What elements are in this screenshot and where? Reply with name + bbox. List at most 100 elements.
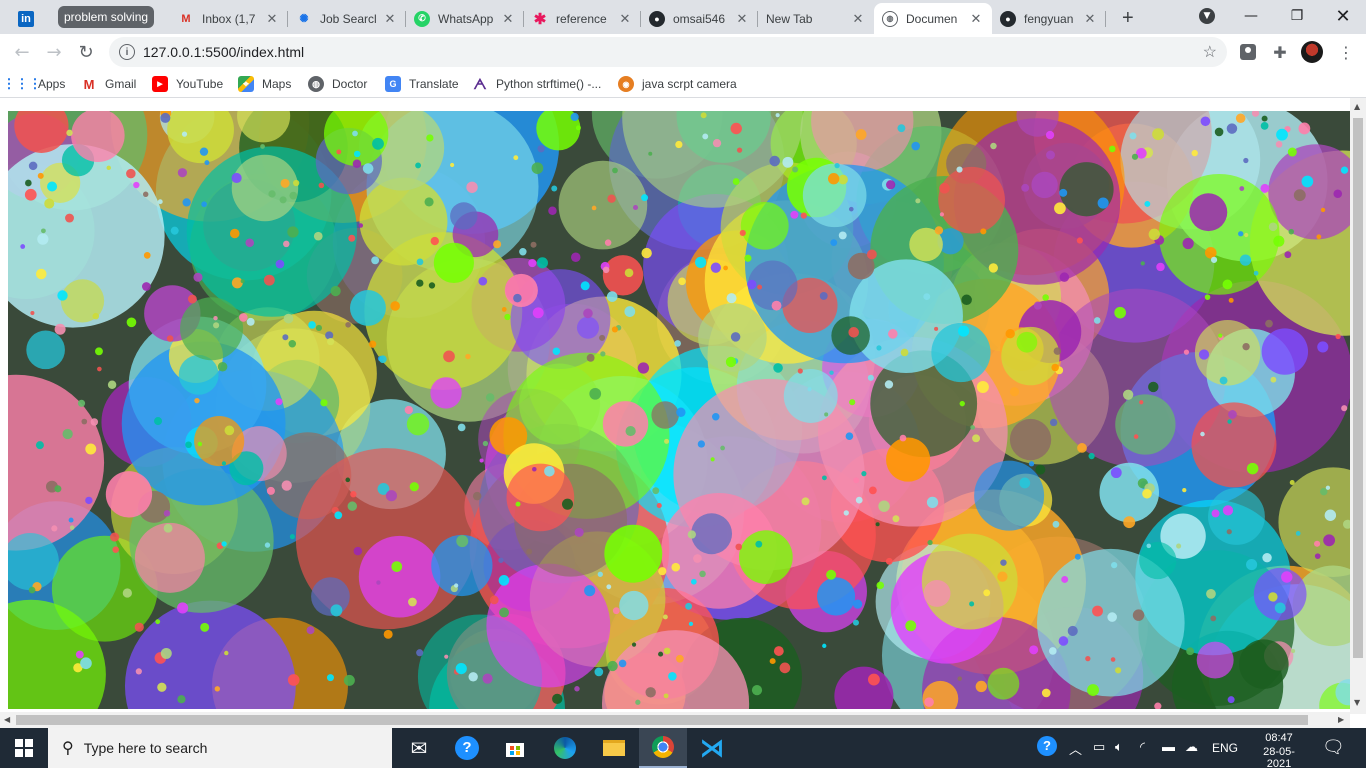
bubble	[730, 122, 742, 135]
scroll-right-arrow-icon[interactable]: ▶	[1338, 715, 1344, 724]
bubble	[1031, 171, 1058, 199]
tab-inbox[interactable]: M Inbox (1,7 ✕	[170, 3, 288, 34]
bubble	[204, 160, 210, 166]
horizontal-scrollbar[interactable]: ◀ ▶	[0, 712, 1350, 728]
reload-button[interactable]: ↻	[72, 38, 100, 66]
profile-card-icon[interactable]	[1237, 41, 1259, 63]
bubble	[1016, 331, 1038, 353]
minimize-button[interactable]: —	[1228, 0, 1274, 32]
address-bar[interactable]: i 127.0.0.1:5500/index.html ☆	[109, 37, 1227, 67]
bubble	[843, 510, 849, 516]
bubble	[1097, 197, 1109, 209]
bookmark-gmail[interactable]: M Gmail	[81, 75, 137, 93]
taskbar-mail-app[interactable]: ✉	[395, 728, 443, 768]
close-icon[interactable]: ✕	[500, 11, 516, 27]
bubble	[648, 151, 653, 156]
bookmark-doctor[interactable]: ◍ Doctor	[308, 75, 367, 93]
taskbar-chrome-app[interactable]	[639, 728, 687, 768]
start-button[interactable]	[0, 728, 48, 768]
notification-icon[interactable]: 🗨︎	[1322, 737, 1345, 758]
info-icon[interactable]: i	[119, 44, 135, 60]
tab-whatsapp[interactable]: ✆ WhatsApp ✕	[406, 3, 524, 34]
back-button[interactable]: ←	[8, 38, 36, 66]
wifi-icon[interactable]: ◜	[1140, 739, 1145, 755]
onedrive-icon[interactable]: ☁	[1185, 739, 1198, 755]
scroll-left-arrow-icon[interactable]: ◀	[4, 715, 10, 724]
bubble	[826, 569, 837, 580]
bubble	[343, 674, 355, 686]
taskbar-store-app[interactable]	[491, 728, 539, 768]
bookmark-star-icon[interactable]: ☆	[1203, 42, 1217, 62]
scrollbar-thumb[interactable]	[1353, 118, 1363, 658]
bubble	[641, 194, 649, 202]
linkedin-pinned-tab[interactable]: in	[10, 3, 50, 34]
bubble	[1059, 162, 1114, 217]
bubble	[571, 252, 581, 263]
bubble	[1239, 639, 1289, 689]
close-icon[interactable]: ✕	[382, 11, 398, 27]
close-icon[interactable]: ✕	[968, 11, 984, 27]
bookmark-maps[interactable]: ⌖ Maps	[238, 75, 291, 93]
mail-icon: ✉	[410, 737, 428, 760]
bubble	[289, 191, 298, 200]
tab-reference[interactable]: ✱ reference ✕	[524, 3, 641, 34]
new-tab-button[interactable]: +	[1114, 3, 1144, 34]
language-indicator[interactable]: ENG	[1212, 741, 1238, 755]
restore-button[interactable]: ❐	[1274, 0, 1320, 32]
taskbar-help-app[interactable]: ?	[443, 728, 491, 768]
bubble	[187, 294, 197, 304]
close-icon[interactable]: ✕	[850, 11, 866, 27]
menu-button[interactable]: ⋮	[1335, 41, 1357, 63]
close-icon[interactable]: ✕	[734, 11, 750, 27]
tab-fengyuan[interactable]: ● fengyuan ✕	[992, 3, 1106, 34]
close-icon[interactable]: ✕	[1082, 11, 1098, 27]
battery-icon[interactable]: ▬	[1162, 739, 1175, 754]
bubble	[163, 510, 171, 517]
speaker-icon[interactable]: 🔈︎	[1115, 739, 1123, 755]
bookmark-youtube[interactable]: ▶ YouTube	[152, 75, 223, 93]
tab-new-tab[interactable]: New Tab ✕	[758, 3, 874, 34]
bubble	[264, 542, 271, 548]
chevron-up-icon[interactable]: ︿	[1069, 739, 1082, 758]
bubble	[526, 548, 533, 555]
bubble	[1123, 516, 1136, 529]
close-icon[interactable]: ✕	[617, 11, 633, 27]
taskbar-file-explorer-app[interactable]	[590, 728, 638, 768]
close-icon[interactable]: ✕	[264, 11, 280, 27]
bubble	[575, 125, 581, 131]
bubble	[1067, 625, 1078, 636]
scroll-down-arrow-icon[interactable]: ▼	[1354, 698, 1360, 707]
scroll-up-arrow-icon[interactable]: ▲	[1354, 102, 1360, 111]
tab-document-active[interactable]: ◍ Documen ✕	[874, 3, 992, 34]
bubble	[637, 362, 650, 374]
scrollbar-thumb[interactable]	[16, 715, 1308, 725]
url-text[interactable]: 127.0.0.1:5500/index.html	[143, 44, 304, 60]
browser-toolbar: ← → ↻ i 127.0.0.1:5500/index.html ☆ ✚ ⋮	[0, 34, 1366, 70]
taskbar-vscode-app[interactable]: ⋊	[688, 728, 736, 768]
bookmark-python-strftime[interactable]: ᗅ Python strftime() -...	[472, 75, 601, 93]
vertical-scrollbar[interactable]: ▲ ▼	[1350, 98, 1366, 714]
tab-omsai[interactable]: ● omsai546 ✕	[641, 3, 758, 34]
help-tray-icon[interactable]: ?	[1037, 736, 1057, 756]
bubble	[311, 577, 350, 616]
extensions-puzzle-icon[interactable]: ✚	[1269, 41, 1291, 63]
bubble	[1046, 150, 1055, 160]
taskbar-search-box[interactable]: ⚲ Type here to search	[48, 728, 392, 768]
clock-time: 08:47	[1265, 732, 1293, 744]
tab-search-button[interactable]: ▼	[1184, 0, 1230, 32]
avatar[interactable]	[1301, 41, 1323, 63]
clock[interactable]: 08:47 28-05-2021	[1252, 732, 1306, 770]
bookmark-java-camera[interactable]: ◉ java scrpt camera	[618, 75, 737, 93]
tab-job-search[interactable]: ✺ Job Searcl ✕	[288, 3, 406, 34]
forward-button[interactable]: →	[40, 38, 68, 66]
tab-group-chip[interactable]: problem solving	[58, 6, 155, 28]
bubbles-canvas[interactable]	[8, 111, 1350, 709]
close-window-button[interactable]: ✕	[1320, 0, 1366, 32]
bubble	[1260, 183, 1270, 193]
bubble	[1049, 418, 1058, 427]
bubble	[504, 273, 538, 308]
bookmark-translate[interactable]: G Translate	[385, 75, 459, 93]
meet-now-icon[interactable]: ▭	[1093, 739, 1105, 755]
bookmark-apps[interactable]: ⋮⋮⋮ Apps	[3, 75, 66, 93]
taskbar-edge-app[interactable]	[541, 728, 589, 768]
